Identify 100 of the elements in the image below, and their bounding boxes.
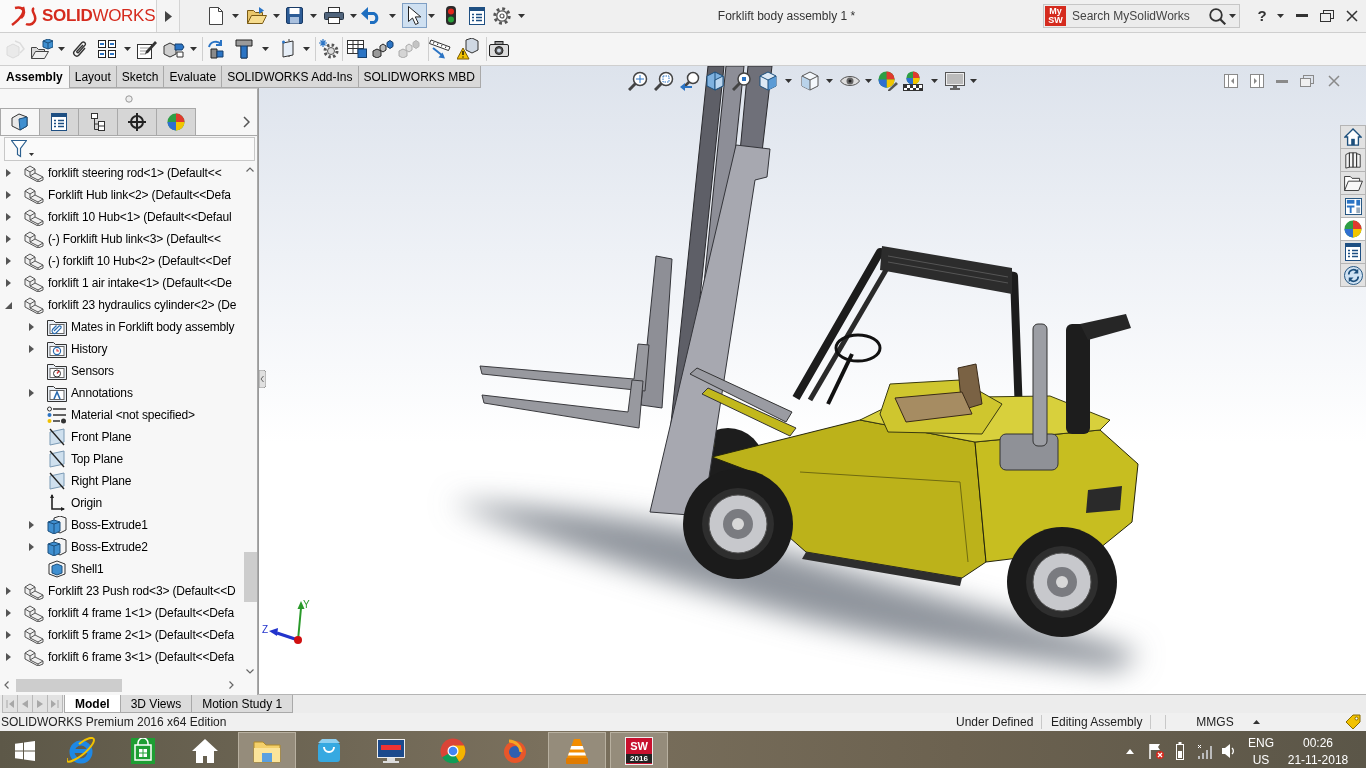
caret-icon[interactable]	[57, 47, 65, 51]
signal-icon[interactable]	[1197, 743, 1213, 759]
task-pane-tab[interactable]	[1340, 240, 1366, 264]
open-folder-icon[interactable]	[247, 7, 267, 24]
caret-right-icon[interactable]	[6, 279, 11, 287]
tree-item[interactable]: Sensors	[71, 364, 114, 378]
caret-right-icon[interactable]	[6, 213, 11, 221]
caret-icon[interactable]	[388, 13, 396, 18]
cursor-icon[interactable]	[401, 3, 427, 28]
speaker-icon[interactable]	[1221, 743, 1237, 759]
monitor-icon[interactable]	[945, 72, 965, 90]
caret-icon[interactable]	[427, 13, 435, 18]
caret-icon[interactable]	[123, 47, 131, 51]
caret-right-icon[interactable]	[29, 323, 34, 331]
command-tab[interactable]: Layout	[68, 66, 117, 88]
task-pane-tab[interactable]	[1340, 263, 1366, 287]
caret-right-icon[interactable]	[6, 653, 11, 661]
caret-icon[interactable]	[864, 79, 872, 83]
zoom-to-area-icon[interactable]	[654, 71, 674, 91]
scroll-thumb[interactable]	[16, 678, 122, 692]
scroll-thumb[interactable]	[243, 552, 257, 602]
caret-icon[interactable]	[1229, 14, 1236, 18]
magnifier-icon[interactable]	[732, 71, 752, 91]
tree-item[interactable]: History	[71, 342, 108, 356]
caret-right-icon[interactable]	[6, 257, 11, 265]
tree-item[interactable]: Mates in Forklift body assembly	[71, 320, 235, 334]
caret-right-icon[interactable]	[6, 169, 11, 177]
command-tab[interactable]: SOLIDWORKS Add-Ins	[221, 66, 359, 88]
restore-icon[interactable]	[1320, 9, 1334, 22]
tag-icon[interactable]	[1345, 714, 1361, 730]
clock-date[interactable]: 21-11-2018	[1287, 752, 1349, 767]
tree-item[interactable]: forklift 10 Hub<1> (Default<<Defaul	[48, 210, 232, 224]
task-pane-tab[interactable]	[1340, 194, 1366, 218]
table-icon[interactable]	[347, 40, 367, 58]
chevron-right-icon[interactable]	[228, 681, 234, 689]
tile-right-icon[interactable]	[1250, 74, 1264, 88]
tree-item[interactable]: forklift steering rod<1> (Default<<	[48, 166, 222, 180]
caret-up-icon[interactable]	[1126, 748, 1134, 754]
edit-icon[interactable]	[137, 39, 157, 59]
panel-tab[interactable]	[78, 108, 118, 135]
warning-icon[interactable]	[457, 38, 479, 60]
minimize-icon[interactable]	[1276, 79, 1288, 83]
chevron-up-icon[interactable]	[246, 166, 254, 172]
tree-item[interactable]: forklift 23 hydraulics cylinder<2> (De	[48, 298, 237, 312]
tree-item[interactable]: Front Plane	[71, 430, 132, 444]
tree-item[interactable]: Top Plane	[71, 452, 124, 466]
caret-icon[interactable]	[517, 13, 525, 18]
help-button[interactable]: ?	[1257, 7, 1267, 24]
chevron-down-icon[interactable]	[246, 668, 254, 674]
eye-icon[interactable]	[840, 75, 860, 87]
caret-right-icon[interactable]	[29, 389, 34, 397]
tree-item[interactable]: Annotations	[71, 386, 133, 400]
close-icon[interactable]	[1346, 9, 1358, 22]
caret-icon[interactable]	[261, 47, 269, 51]
caret-icon[interactable]	[784, 79, 792, 83]
camera-icon[interactable]	[489, 41, 509, 57]
ruler-icon[interactable]	[429, 39, 451, 59]
task-pane-tab[interactable]	[1340, 125, 1366, 149]
tree-item[interactable]: Boss-Extrude1	[71, 518, 148, 532]
caret-icon[interactable]	[349, 13, 357, 18]
undo-icon[interactable]	[361, 7, 381, 24]
caret-icon[interactable]	[825, 79, 833, 83]
section-view-icon[interactable]	[706, 71, 724, 91]
flag-icon[interactable]	[1148, 743, 1164, 759]
caret-right-icon[interactable]	[6, 631, 11, 639]
caret-down-icon[interactable]	[5, 301, 12, 309]
command-tab[interactable]: Assembly	[0, 66, 70, 88]
drag-handle-icon[interactable]	[124, 94, 133, 103]
tree-item[interactable]: forklift 4 frame 1<1> (Default<<Defa	[48, 606, 235, 620]
tree-item[interactable]: forklift 6 frame 3<1> (Default<<Defa	[48, 650, 235, 664]
caret-up-icon[interactable]	[1252, 720, 1260, 724]
rotate-parts-icon[interactable]	[206, 39, 226, 59]
tree-item[interactable]: Origin	[71, 496, 103, 510]
caret-right-icon[interactable]	[29, 521, 34, 529]
plane-icon[interactable]	[281, 39, 297, 59]
tree-item[interactable]: (-) Forklift Hub link<3> (Default<<	[48, 232, 221, 246]
splitter-handle[interactable]	[259, 370, 266, 388]
caret-icon[interactable]	[302, 47, 310, 51]
caret-right-icon[interactable]	[6, 191, 11, 199]
input-language[interactable]: ENG	[1248, 735, 1274, 750]
parts-icon[interactable]	[163, 40, 185, 58]
command-tab[interactable]: Evaluate	[163, 66, 223, 88]
paperclip-icon[interactable]	[72, 39, 88, 59]
tree-item[interactable]: Forklift Hub link<2> (Default<<Defa	[48, 188, 231, 202]
chevron-left-icon[interactable]	[3, 681, 9, 689]
task-pane-tab[interactable]	[1340, 148, 1366, 172]
shaded-cube-icon[interactable]	[801, 71, 819, 91]
tree-item[interactable]: (-) forklift 10 Hub<2> (Default<<Def	[48, 254, 231, 268]
tile-left-icon[interactable]	[1224, 74, 1238, 88]
zoom-to-fit-icon[interactable]	[628, 71, 648, 91]
search-icon[interactable]	[1209, 7, 1226, 25]
caret-icon[interactable]	[1276, 13, 1284, 18]
traffic-light-icon[interactable]	[446, 6, 456, 25]
list-icon[interactable]	[469, 6, 485, 25]
settings-icon[interactable]	[493, 6, 511, 25]
caret-icon[interactable]	[189, 47, 197, 51]
caret-right-icon[interactable]	[6, 235, 11, 243]
input-language[interactable]: US	[1252, 752, 1270, 767]
caret-right-icon[interactable]	[29, 345, 34, 353]
tree-item[interactable]: forklift 5 frame 2<1> (Default<<Defa	[48, 628, 235, 642]
